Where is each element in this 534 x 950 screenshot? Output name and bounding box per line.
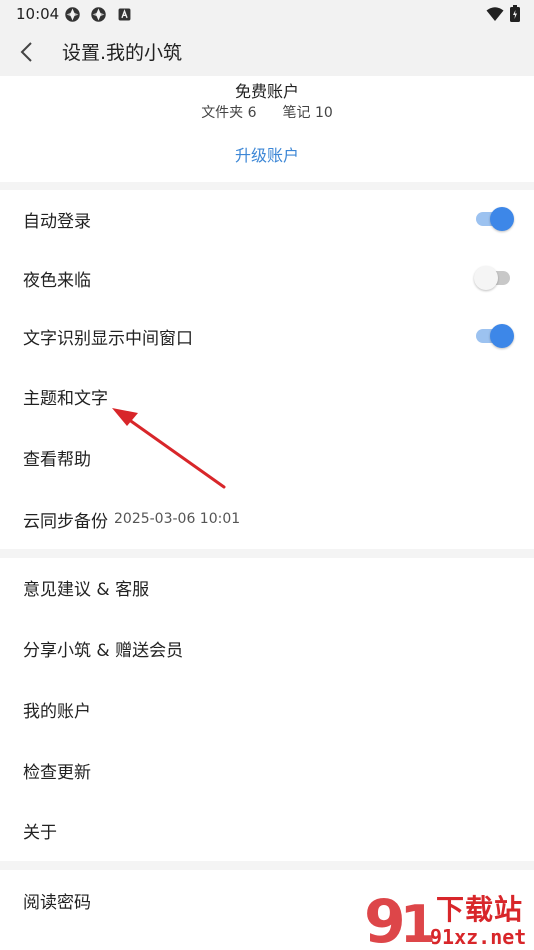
setting-label: 夜色来临 (23, 270, 91, 291)
account-type: 免费账户 (234, 82, 299, 101)
watermark-text: 下载站 (436, 893, 524, 926)
battery-icon (510, 5, 520, 22)
setting-label: 我的账户 (23, 701, 91, 722)
status-time: 10:04 (16, 5, 60, 23)
ocr-window-toggle[interactable] (474, 324, 514, 348)
setting-about[interactable]: 关于 (0, 800, 534, 860)
setting-label: 自动登录 (23, 211, 91, 232)
setting-label: 检查更新 (23, 762, 91, 783)
setting-label: 云同步备份 (23, 511, 108, 532)
setting-my-account[interactable]: 我的账户 (0, 679, 534, 739)
setting-theme-and-text[interactable]: 主题和文字 (0, 366, 534, 426)
auto-login-toggle[interactable] (474, 207, 514, 231)
setting-label: 查看帮助 (23, 449, 91, 470)
setting-share[interactable]: 分享小筑 & 赠送会员 (0, 618, 534, 678)
status-bar: 10:04 (0, 0, 534, 28)
wifi-icon (486, 6, 504, 21)
folder-count: 文件夹 6 (201, 105, 257, 121)
account-card: 免费账户 文件夹 6 笔记 10 升级账户 (0, 76, 534, 182)
setting-label: 文字识别显示中间窗口 (23, 328, 193, 349)
setting-help[interactable]: 查看帮助 (0, 427, 534, 487)
watermark-url: 91xz.net (430, 925, 527, 949)
app-header: 设置.我的小筑 (0, 28, 534, 76)
backup-timestamp: 2025-03-06 10:01 (114, 511, 241, 527)
notification-icons (64, 6, 133, 23)
chevron-left-icon (20, 42, 32, 62)
setting-feedback[interactable]: 意见建议 & 客服 (0, 557, 534, 617)
night-mode-toggle[interactable] (474, 266, 514, 290)
account-stats: 文件夹 6 笔记 10 (0, 102, 534, 122)
setting-check-update[interactable]: 检查更新 (0, 740, 534, 800)
setting-night-mode[interactable]: 夜色来临 (0, 248, 534, 308)
app-notification-icon (91, 7, 106, 22)
setting-label: 分享小筑 & 赠送会员 (23, 640, 184, 661)
note-count: 笔记 10 (282, 105, 333, 121)
setting-ocr-middle-window[interactable]: 文字识别显示中间窗口 (0, 306, 534, 366)
status-right-icons (486, 5, 520, 22)
page-title: 设置.我的小筑 (62, 42, 183, 64)
setting-label: 意见建议 & 客服 (23, 579, 150, 600)
upgrade-account-link[interactable]: 升级账户 (0, 142, 534, 166)
setting-label: 主题和文字 (23, 388, 108, 409)
app-notification-icon (65, 7, 80, 22)
setting-auto-login[interactable]: 自动登录 (0, 189, 534, 249)
section-divider (0, 861, 534, 870)
a-notification-icon (118, 8, 131, 21)
back-button[interactable] (10, 36, 42, 68)
setting-cloud-backup[interactable]: 云同步备份 2025-03-06 10:01 (0, 489, 534, 549)
setting-label: 阅读密码 (23, 892, 91, 913)
setting-label: 关于 (23, 822, 57, 843)
